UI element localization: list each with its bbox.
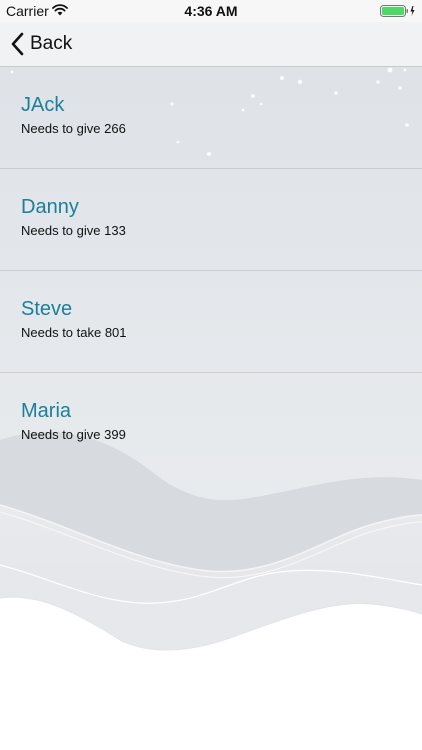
person-name: Maria — [21, 400, 72, 422]
list-item[interactable]: Danny Needs to give 133 — [0, 169, 422, 271]
person-detail: Needs to take 801 — [21, 325, 127, 340]
person-detail: Needs to give 266 — [21, 121, 126, 136]
back-button[interactable]: Back — [10, 30, 72, 58]
screen: Carrier 4:36 AM Back JAck Needs to give … — [0, 0, 422, 750]
person-detail: Needs to give 399 — [21, 427, 126, 442]
person-name: Danny — [21, 196, 79, 218]
status-bar: Carrier 4:36 AM — [0, 0, 422, 22]
list-item[interactable]: JAck Needs to give 266 — [0, 67, 422, 169]
person-detail: Needs to give 133 — [21, 223, 126, 238]
clock: 4:36 AM — [184, 3, 238, 19]
person-name: Steve — [21, 298, 73, 320]
list-item[interactable]: Steve Needs to take 801 — [0, 271, 422, 373]
back-label: Back — [30, 33, 73, 54]
battery-charging-icon — [380, 5, 415, 17]
people-list: JAck Needs to give 266 Danny Needs to gi… — [0, 67, 422, 475]
person-name: JAck — [21, 94, 65, 116]
chevron-left-icon — [11, 32, 24, 56]
navigation-bar: Back — [0, 22, 422, 67]
list-item[interactable]: Maria Needs to give 399 — [0, 373, 422, 475]
